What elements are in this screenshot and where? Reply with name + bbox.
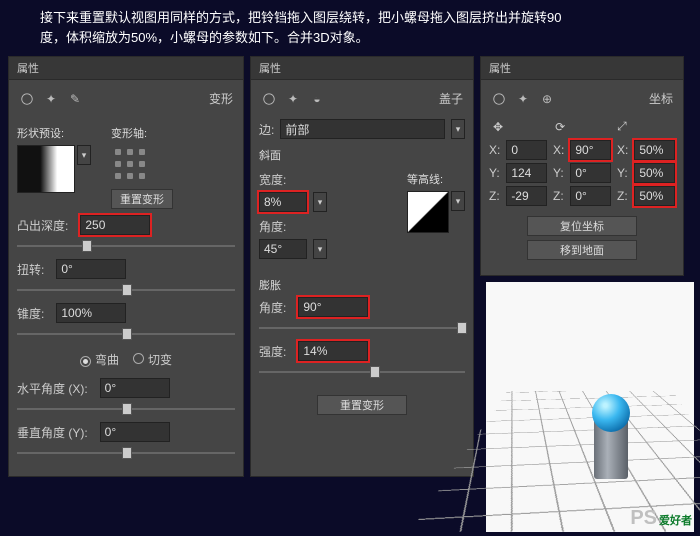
vangle-label: 垂直角度 (Y): (17, 424, 88, 441)
reset-deform-button[interactable]: 重置变形 (111, 189, 173, 209)
sphere-icon[interactable] (19, 91, 35, 107)
inflate-strength-input[interactable]: 14% (298, 341, 368, 361)
3d-viewport[interactable] (486, 282, 694, 532)
scale-z-input[interactable]: 50% (634, 186, 675, 206)
scale-y-input[interactable]: 50% (634, 163, 675, 183)
side-dropdown[interactable]: ▾ (451, 119, 465, 139)
tool-icon[interactable]: ✦ (515, 91, 531, 107)
taper-slider[interactable] (17, 327, 235, 341)
rot-y-input[interactable]: 0° (570, 163, 611, 183)
side-select[interactable]: 前部 (280, 119, 445, 139)
panel-mode-icons: ✦ ✎ 变形 (17, 86, 235, 115)
inflate-angle-slider[interactable] (259, 321, 465, 335)
twist-label: 扭转: (17, 261, 44, 278)
taper-label: 锥度: (17, 305, 44, 322)
inflate-section-label: 膨胀 (259, 277, 465, 293)
panel-mode-label: 盖子 (439, 90, 463, 107)
pos-y-input[interactable]: 124 (506, 163, 547, 183)
move-to-ground-button[interactable]: 移到地面 (527, 240, 637, 260)
hangle-slider[interactable] (17, 402, 235, 416)
side-label: 边: (259, 121, 274, 138)
shear-radio[interactable]: 切变 (133, 351, 172, 368)
contour-dropdown[interactable]: ▾ (451, 191, 465, 211)
tool2-icon[interactable]: ✎ (67, 91, 83, 107)
shape-preset-label: 形状预设: (17, 125, 91, 141)
rot-z-label: Z: (553, 189, 564, 203)
scale-x-label: X: (617, 143, 628, 157)
shape-preset-dropdown[interactable]: ▾ (77, 145, 91, 165)
scale-x-input[interactable]: 50% (634, 140, 675, 160)
bevel-angle-stepper[interactable]: ▾ (313, 239, 327, 259)
bevel-section-label: 斜面 (259, 147, 465, 163)
inflate-angle-input[interactable]: 90° (298, 297, 368, 317)
rot-x-input[interactable]: 90° (570, 140, 611, 160)
reset-coords-button[interactable]: 复位坐标 (527, 216, 637, 236)
watermark: PS爱好者 (630, 507, 692, 530)
rot-x-label: X: (553, 143, 564, 157)
bevel-width-stepper[interactable]: ▾ (313, 192, 327, 212)
panel-tab[interactable]: 属性 (9, 57, 243, 80)
deform-axis-grid[interactable] (111, 145, 151, 185)
vangle-input[interactable]: 0° (100, 422, 170, 442)
panel-mode-label: 变形 (209, 90, 233, 107)
sphere-icon[interactable] (261, 91, 277, 107)
tool-icon[interactable]: ✦ (285, 91, 301, 107)
contour-label: 等高线: (407, 171, 465, 187)
panel-tab[interactable]: 属性 (481, 57, 683, 80)
scale-z-label: Z: (617, 189, 628, 203)
tool-icon[interactable]: ✦ (43, 91, 59, 107)
3d-object-dome (592, 394, 630, 432)
inflate-strength-label: 强度: (259, 343, 286, 360)
panel-mode-label: 坐标 (649, 90, 673, 107)
bevel-angle-input[interactable]: 45° (259, 239, 307, 259)
coord-icon[interactable]: ⊕ (539, 91, 555, 107)
move-icon: ✥ (493, 120, 503, 134)
instruction-text: 接下来重置默认视图用同样的方式，把铃铛拖入图层绕转，把小螺母拖入图层挤出并旋转9… (0, 0, 700, 52)
deform-axis-label: 变形轴: (111, 125, 173, 141)
rotate-icon: ⟳ (555, 120, 565, 134)
twist-slider[interactable] (17, 283, 235, 297)
cap-icon[interactable]: ◒ (309, 91, 325, 107)
extrude-depth-input[interactable]: 250 (80, 215, 150, 235)
bevel-width-input[interactable]: 8% (259, 192, 307, 212)
pos-y-label: Y: (489, 166, 500, 180)
bevel-width-label: 宽度: (259, 171, 286, 188)
scale-icon: ⤢ (617, 119, 627, 134)
hangle-label: 水平角度 (X): (17, 380, 88, 397)
panel-tab[interactable]: 属性 (251, 57, 473, 80)
hangle-input[interactable]: 0° (100, 378, 170, 398)
extrude-depth-slider[interactable] (17, 239, 235, 253)
sphere-icon[interactable] (491, 91, 507, 107)
scale-y-label: Y: (617, 166, 628, 180)
inflate-angle-label: 角度: (259, 299, 286, 316)
pos-x-label: X: (489, 143, 500, 157)
cap-reset-button[interactable]: 重置变形 (317, 395, 407, 415)
shape-preset-thumbnail[interactable] (17, 145, 75, 193)
contour-thumbnail[interactable] (407, 191, 449, 233)
twist-input[interactable]: 0° (56, 259, 126, 279)
properties-panel-coordinates: 属性 ✦ ⊕ 坐标 ✥ ⟳ ⤢ X: 0 X: 90° X: 50% Y: 124 Y: (480, 56, 684, 276)
pos-z-input[interactable]: -29 (506, 186, 547, 206)
pos-x-input[interactable]: 0 (506, 140, 547, 160)
rot-y-label: Y: (553, 166, 564, 180)
properties-panel-deform: 属性 ✦ ✎ 变形 形状预设: ▾ 变形轴: (8, 56, 244, 477)
properties-panel-cap: 属性 ✦ ◒ 盖子 边: 前部 ▾ 斜面 宽度: 8% ▾ (250, 56, 474, 477)
vangle-slider[interactable] (17, 446, 235, 460)
inflate-strength-slider[interactable] (259, 365, 465, 379)
bevel-angle-label: 角度: (259, 218, 286, 235)
pos-z-label: Z: (489, 189, 500, 203)
bend-radio[interactable]: 弯曲 (80, 351, 119, 368)
rot-z-input[interactable]: 0° (570, 186, 611, 206)
extrude-depth-label: 凸出深度: (17, 217, 68, 234)
taper-input[interactable]: 100% (56, 303, 126, 323)
